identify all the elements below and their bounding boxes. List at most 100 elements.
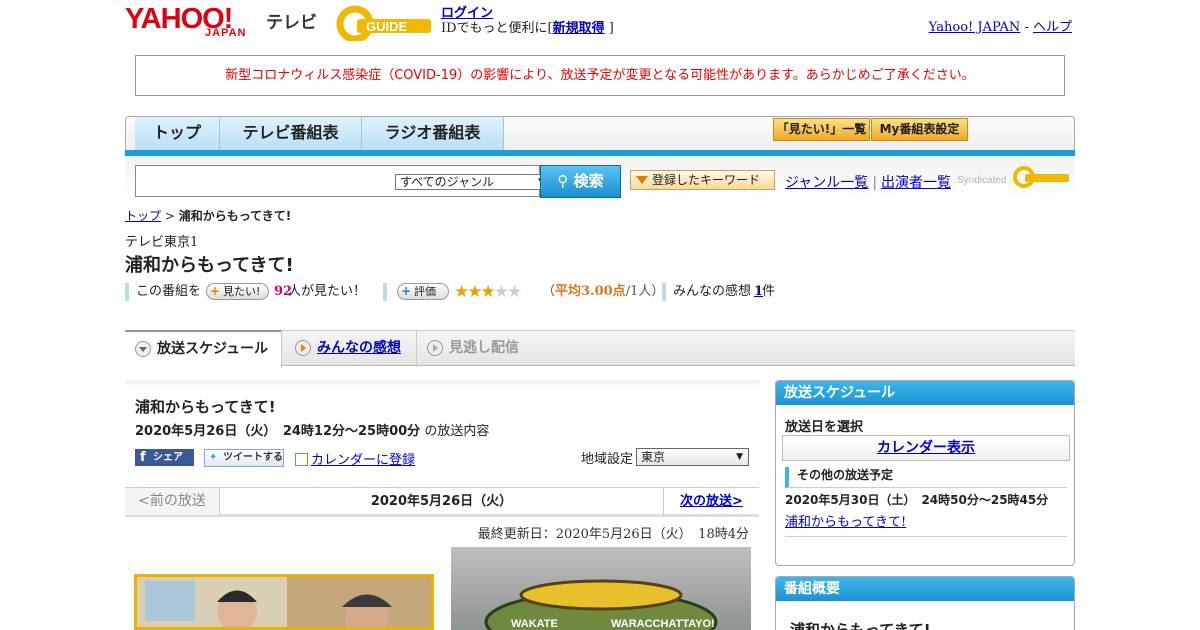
signup-link[interactable]: 新規取得 [553,21,605,36]
program-photo [134,574,434,630]
divider [785,536,1067,537]
next-broadcast-link[interactable]: 次の放送> [680,494,743,509]
facebook-share-label: シェア [153,452,183,463]
want-button[interactable]: + 見たい! [206,283,269,300]
summary-program-title: 浦和からもってきて! [790,621,931,630]
list-links: ジャンル一覧 | 出演者一覧 [785,172,951,192]
yahoo-japan-link[interactable]: Yahoo! JAPAN [929,20,1021,35]
link-separator: | [872,175,878,191]
pager-date: 2020年5月26日（火） [370,494,513,509]
plus-icon: + [210,284,221,298]
login-link[interactable]: ログイン [441,6,493,21]
syndicated-gguide-logo: Syndicated [957,166,1069,188]
calendar-display-button[interactable]: カレンダー表示 [782,435,1070,461]
gguide-logo: GUIDE [336,5,431,41]
region-setting: 地域設定 東京 ▼ [581,448,749,467]
page-title: 浦和からもってきて! [125,255,294,276]
schedule-box: 放送スケジュール 放送日を選択 カレンダー表示 その他の放送予定 2020年5月… [775,380,1075,566]
nav-tab-top[interactable]: トップ [135,117,220,151]
want-suffix: 人が見たい！ [288,284,367,299]
calendar-register[interactable]: カレンダーに登録 [295,449,415,468]
broadcast-time: 2020年5月26日（火） 24時12分～25時00分 の放送内容 [135,420,489,439]
broadcast-pager: <前の放送 2020年5月26日（火） 次の放送> [125,487,759,517]
keyword-button-label: 登録したキーワード [652,173,761,187]
keyword-button[interactable]: 登録したキーワード [630,170,775,190]
tab-schedule[interactable]: 放送スケジュール [125,330,282,368]
page: YAHOO! JAPAN テレビ GUIDE ログイン IDでもっと便利に[新規… [125,0,1075,630]
main-content: 浦和からもってきて! 2020年5月26日（火） 24時12分～25時00分 の… [125,380,759,630]
region-label: 地域設定 [581,452,634,467]
search-icon: ⚲ [557,172,569,190]
content-tabs: 放送スケジュール みんなの感想 見逃し配信 [125,330,1075,368]
rating-stars: ★★★★★ [454,282,522,302]
program-logo-art: WAKATE WARACCHATTAYO! [484,579,718,630]
region-select[interactable]: 東京 ▼ [636,448,749,466]
play-icon [295,340,311,356]
header-links: Yahoo! JAPAN - ヘルプ [929,16,1072,35]
meta-divider [383,283,387,301]
performer-list-link[interactable]: 出演者一覧 [881,175,951,191]
rate-button-label: 評価 [414,285,436,298]
search-input[interactable]: すべてのジャンル▼ [135,165,549,197]
facebook-share-button[interactable]: f シェア [135,449,194,466]
search-button[interactable]: ⚲ 検索 [540,165,621,198]
tweet-button[interactable]: ✦ ツイートする [204,449,284,467]
genre-list-link[interactable]: ジャンル一覧 [785,175,868,191]
breadcrumb-top[interactable]: トップ [125,209,161,223]
header-dash: - [1024,20,1029,35]
rating-average: （平均3.00点/1人） [542,282,664,302]
logo-text-2: WARACCHATTAYO! [611,618,715,630]
meta-divider [125,283,129,301]
summary-box-title: 番組概要 [776,577,1074,601]
meta-prefix: この番組を [136,284,202,299]
calendar-register-link[interactable]: カレンダーに登録 [311,453,415,468]
search-button-label: 検索 [573,172,604,190]
covid-notice: 新型コロナウィルス感染症（COVID-19）の影響により、放送予定が変更となる可… [135,55,1065,96]
help-link[interactable]: ヘルプ [1033,20,1072,35]
breadcrumb: トップ > 浦和からもってきて! [125,207,291,224]
header: YAHOO! JAPAN テレビ GUIDE ログイン IDでもっと便利に[新規… [125,0,1075,52]
id-suffix: ] [608,21,614,36]
rate-button[interactable]: + 評価 [397,283,449,300]
tab-reviews[interactable]: みんなの感想 [285,331,417,367]
syndicated-text: Syndicated [957,175,1006,186]
program-meta: この番組を + 見たい! 92 人が見たい！ + 評価 ★★★★★ （平均3.00点… [125,282,825,302]
genre-select[interactable]: すべてのジャンル▼ [395,174,549,190]
tweet-button-label: ツイートする [223,452,283,463]
calendar-icon [295,453,308,466]
next-broadcast-cell: 次の放送> [663,488,759,515]
reviews-suffix: 件 [762,284,776,299]
broadcast-time-suffix: の放送内容 [424,424,490,439]
calendar-display-link[interactable]: カレンダー表示 [877,440,975,456]
summary-box: 番組概要 浦和からもってきて! [775,576,1075,630]
nav-tab-tv[interactable]: テレビ番組表 [220,117,362,151]
nav-tab-radio[interactable]: ラジオ番組表 [362,117,504,151]
play-icon [427,340,443,356]
want-list-button[interactable]: 「見たい!」一覧 [773,118,870,141]
other-schedule-time: 2020年5月30日（土） 24時50分～25時45分 [785,493,1049,507]
tab-vod: 見逃し配信 [417,331,547,367]
prev-broadcast: <前の放送 [125,488,220,515]
avg-people: /1人） [625,284,665,299]
arrow-down-icon [135,341,151,357]
other-schedule-link[interactable]: 浦和からもってきて! [785,515,906,530]
tv-logo-text[interactable]: テレビ [266,8,317,33]
genre-value: すべてのジャンル [400,175,495,189]
star-icon: ★ [480,282,496,302]
schedule-box-title: 放送スケジュール [776,381,1074,405]
last-updated: 最終更新日：2020年5月26日（火） 18時4分 [477,527,749,542]
id-prefix: IDでもっと便利に[ [441,21,553,36]
star-icon: ★ [467,282,482,302]
program-photo-art [137,577,431,627]
chevron-down-icon: ▼ [736,452,743,462]
select-date-label: 放送日を選択 [785,420,864,435]
want-button-label: 見たい! [223,285,261,298]
my-settings-button[interactable]: My番組表設定 [871,118,968,141]
broadcast-header: 浦和からもってきて! 2020年5月26日（火） 24時12分～25時00分 の… [125,380,759,486]
tab-reviews-label[interactable]: みんなの感想 [317,340,401,356]
search-area: すべてのジャンル▼ ⚲ 検索 登録したキーワード ジャンル一覧|出演者一覧 Sy… [125,156,1075,202]
region-value: 東京 [641,450,666,464]
meta-divider [662,283,666,301]
star-icon: ★ [454,282,469,302]
plus-icon: + [401,284,412,298]
